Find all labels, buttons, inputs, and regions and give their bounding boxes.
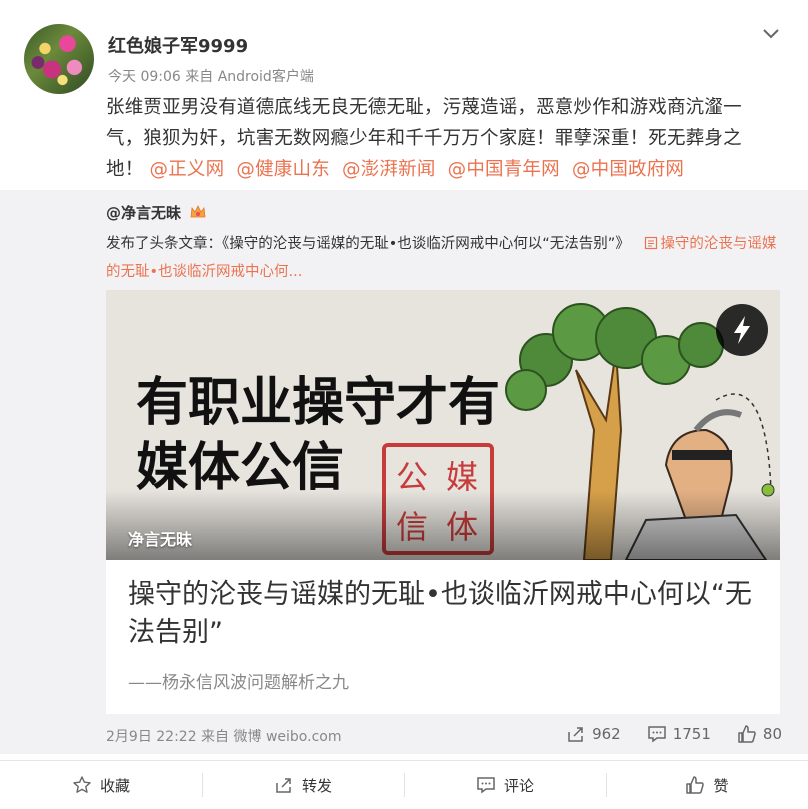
mentions: @正义网 @健康山东 @澎湃新闻 @中国青年网 @中国政府网 xyxy=(150,159,691,180)
mention-link[interactable]: @正义网 xyxy=(150,159,225,180)
cover-line-2: 媒体公信 xyxy=(136,438,344,498)
post-text: 张维贾亚男没有道德底线无良无德无耻，污蔑造谣，恶意炒作和游戏商沆瀣一气，狼狈为奸… xyxy=(106,92,766,185)
cover-illustration: 有职业操守才有 媒体公信 媒 公 信 体 xyxy=(106,290,780,560)
thumbs-up-icon xyxy=(738,725,756,743)
article-subtitle: ——杨永信风波问题解析之九 xyxy=(128,673,349,693)
mention-link[interactable]: @中国政府网 xyxy=(572,159,684,180)
favorite-label: 收藏 xyxy=(99,776,130,795)
action-bar: 收藏 转发 评论 赞 xyxy=(0,760,808,809)
comment-icon xyxy=(647,726,666,743)
verified-crown-icon xyxy=(190,205,206,218)
comment-label: 评论 xyxy=(503,776,534,795)
article-icon xyxy=(645,236,658,250)
original-text: 发布了头条文章：《操守的沦丧与谣媒的无耻•也谈临沂网戒中心何以“无法告别”》 操… xyxy=(106,230,782,286)
original-text-prefix: 发布了头条文章：《操守的沦丧与谣媒的无耻•也谈临沂网戒中心何以“无法告别”》 xyxy=(106,236,630,252)
original-author-name[interactable]: @净言无昧 xyxy=(106,204,181,222)
article-cover-image[interactable]: 有职业操守才有 媒体公信 媒 公 信 体 xyxy=(106,290,780,560)
cover-line-1: 有职业操守才有 xyxy=(136,373,500,433)
mention-link[interactable]: @中国青年网 xyxy=(448,159,560,180)
comment-count-value: 1751 xyxy=(672,725,711,743)
comment-count[interactable]: 1751 xyxy=(647,724,711,744)
original-author[interactable]: @净言无昧 xyxy=(106,202,206,223)
mention-link[interactable]: @健康山东 xyxy=(236,159,330,180)
share-icon xyxy=(276,778,291,793)
chevron-down-icon[interactable] xyxy=(760,22,782,44)
favorite-button[interactable]: 收藏 xyxy=(0,761,202,809)
post-meta: 今天 09:06 来自 Android客户端 xyxy=(108,69,314,85)
repost-meta: 2月9日 22:22 来自 微博 weibo.com xyxy=(106,729,342,745)
forward-button[interactable]: 转发 xyxy=(202,761,404,809)
avatar[interactable] xyxy=(24,24,94,94)
repost-count[interactable]: 962 xyxy=(566,724,621,744)
forward-label: 转发 xyxy=(301,776,332,795)
thumbs-up-icon xyxy=(686,776,705,794)
image-source-label: 净言无昧 xyxy=(128,530,193,549)
repost-block: @净言无昧 发布了头条文章：《操守的沦丧与谣媒的无耻•也谈临沂网戒中心何以“无法… xyxy=(0,190,808,754)
comment-button[interactable]: 评论 xyxy=(404,761,606,809)
share-icon xyxy=(568,727,583,742)
comment-icon xyxy=(477,777,495,794)
article-card[interactable]: 有职业操守才有 媒体公信 媒 公 信 体 xyxy=(106,290,780,714)
like-count-value: 80 xyxy=(762,725,782,743)
like-label: 赞 xyxy=(713,776,729,795)
mention-link[interactable]: @澎湃新闻 xyxy=(342,159,436,180)
star-icon xyxy=(73,776,91,793)
like-count[interactable]: 80 xyxy=(737,724,782,744)
like-button[interactable]: 赞 xyxy=(606,761,808,809)
repost-stats: 962 1751 80 xyxy=(540,724,782,744)
username[interactable]: 红色娘子军9999 xyxy=(108,32,248,58)
repost-count-value: 962 xyxy=(592,725,621,743)
article-title[interactable]: 操守的沦丧与谣媒的无耻•也谈临沂网戒中心何以“无法告别” xyxy=(128,576,758,652)
flash-icon[interactable] xyxy=(716,304,768,356)
